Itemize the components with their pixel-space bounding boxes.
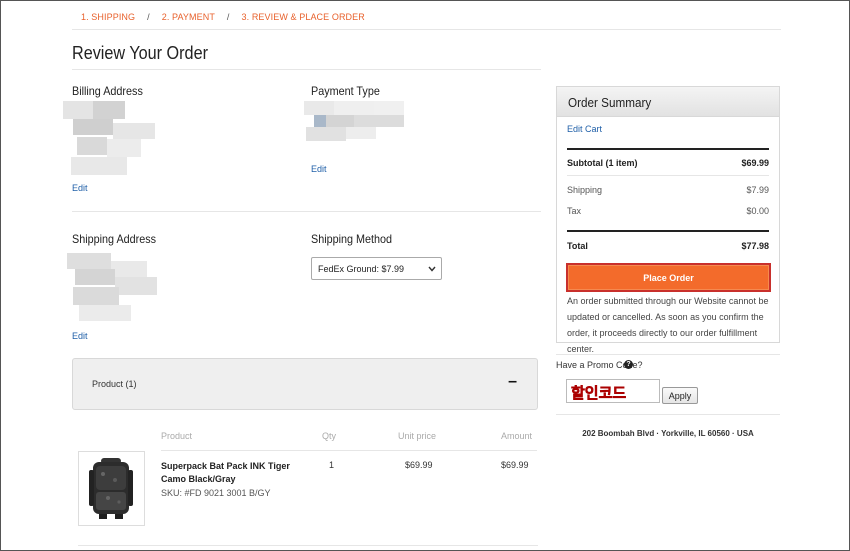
divider <box>72 211 541 212</box>
total-label: Total <box>567 241 588 251</box>
payment-type-redacted <box>304 101 406 151</box>
tax-row: Tax $0.00 <box>567 206 769 216</box>
column-header-product: Product <box>161 431 193 441</box>
shipping-row: Shipping $7.99 <box>567 185 769 195</box>
subtotal-label: Subtotal (1 item) <box>567 158 638 168</box>
checkout-page: 1. SHIPPING / 2. PAYMENT / 3. REVIEW & P… <box>0 0 850 551</box>
product-thumbnail[interactable] <box>78 451 145 526</box>
subtotal-value: $69.99 <box>741 158 769 168</box>
divider <box>567 175 769 176</box>
place-order-button[interactable]: Place Order <box>566 263 771 292</box>
divider <box>161 450 537 451</box>
divider <box>556 354 780 355</box>
payment-type-label: Payment Type <box>311 84 380 98</box>
shipping-edit-link[interactable]: Edit <box>72 331 88 341</box>
promo-code-value: 할인코드 <box>571 384 627 402</box>
promo-code-input[interactable]: 할인코드 <box>566 379 660 403</box>
product-name-link[interactable]: Superpack Bat Pack INK Tiger Camo Black/… <box>161 460 311 486</box>
checkout-steps: 1. SHIPPING / 2. PAYMENT / 3. REVIEW & P… <box>81 12 365 22</box>
divider <box>567 148 769 150</box>
chevron-down-icon <box>428 264 436 274</box>
product-qty: 1 <box>329 460 335 470</box>
tax-value: $0.00 <box>746 206 769 216</box>
divider <box>72 29 781 30</box>
payment-edit-link[interactable]: Edit <box>311 164 327 174</box>
product-amount: $69.99 <box>501 460 529 470</box>
step-payment[interactable]: 2. PAYMENT <box>162 12 215 22</box>
shipping-method-value: FedEx Ground: $7.99 <box>318 263 405 274</box>
shipping-method-label: Shipping Method <box>311 232 393 246</box>
subtotal-row: Subtotal (1 item) $69.99 <box>567 158 769 168</box>
product-unit-price: $69.99 <box>405 460 433 470</box>
product-sku: SKU: #FD 9021 3001 B/GY <box>161 488 271 498</box>
billing-address-label: Billing Address <box>72 84 143 98</box>
step-review: 3. REVIEW & PLACE ORDER <box>241 12 365 22</box>
page-title: Review Your Order <box>72 43 208 63</box>
divider <box>567 230 769 232</box>
product-accordion-label: Product (1) <box>92 379 137 389</box>
shipping-address-label: Shipping Address <box>72 232 157 246</box>
shipping-label: Shipping <box>567 185 603 195</box>
step-separator: / <box>226 12 230 22</box>
order-notice: An order submitted through our Website c… <box>567 296 769 354</box>
divider <box>556 414 780 415</box>
help-icon[interactable]: ? <box>624 360 633 369</box>
shipping-address-redacted <box>67 253 159 323</box>
total-row: Total $77.98 <box>567 241 769 251</box>
apply-promo-button[interactable]: Apply <box>662 387 698 404</box>
step-shipping[interactable]: 1. SHIPPING <box>81 12 135 22</box>
product-accordion[interactable]: Product (1) – <box>72 358 538 410</box>
order-summary-title: Order Summary <box>568 95 652 110</box>
divider <box>72 69 541 70</box>
column-header-qty: Qty <box>322 431 337 441</box>
edit-cart-link[interactable]: Edit Cart <box>567 124 602 134</box>
step-separator: / <box>147 12 150 22</box>
total-value: $77.98 <box>741 241 769 251</box>
store-address: 202 Boombah Blvd · Yorkville, IL 60560 ·… <box>582 429 754 438</box>
divider <box>78 545 538 546</box>
billing-address-redacted <box>63 101 158 177</box>
billing-edit-link[interactable]: Edit <box>72 183 88 193</box>
order-summary-header: Order Summary <box>557 87 779 117</box>
shipping-method-select[interactable]: FedEx Ground: $7.99 <box>311 257 442 280</box>
column-header-unit-price: Unit price <box>398 431 437 441</box>
tax-label: Tax <box>567 206 582 216</box>
column-header-amount: Amount <box>501 431 533 441</box>
backpack-image <box>89 458 133 519</box>
collapse-icon[interactable]: – <box>508 373 517 391</box>
shipping-value: $7.99 <box>746 185 769 195</box>
